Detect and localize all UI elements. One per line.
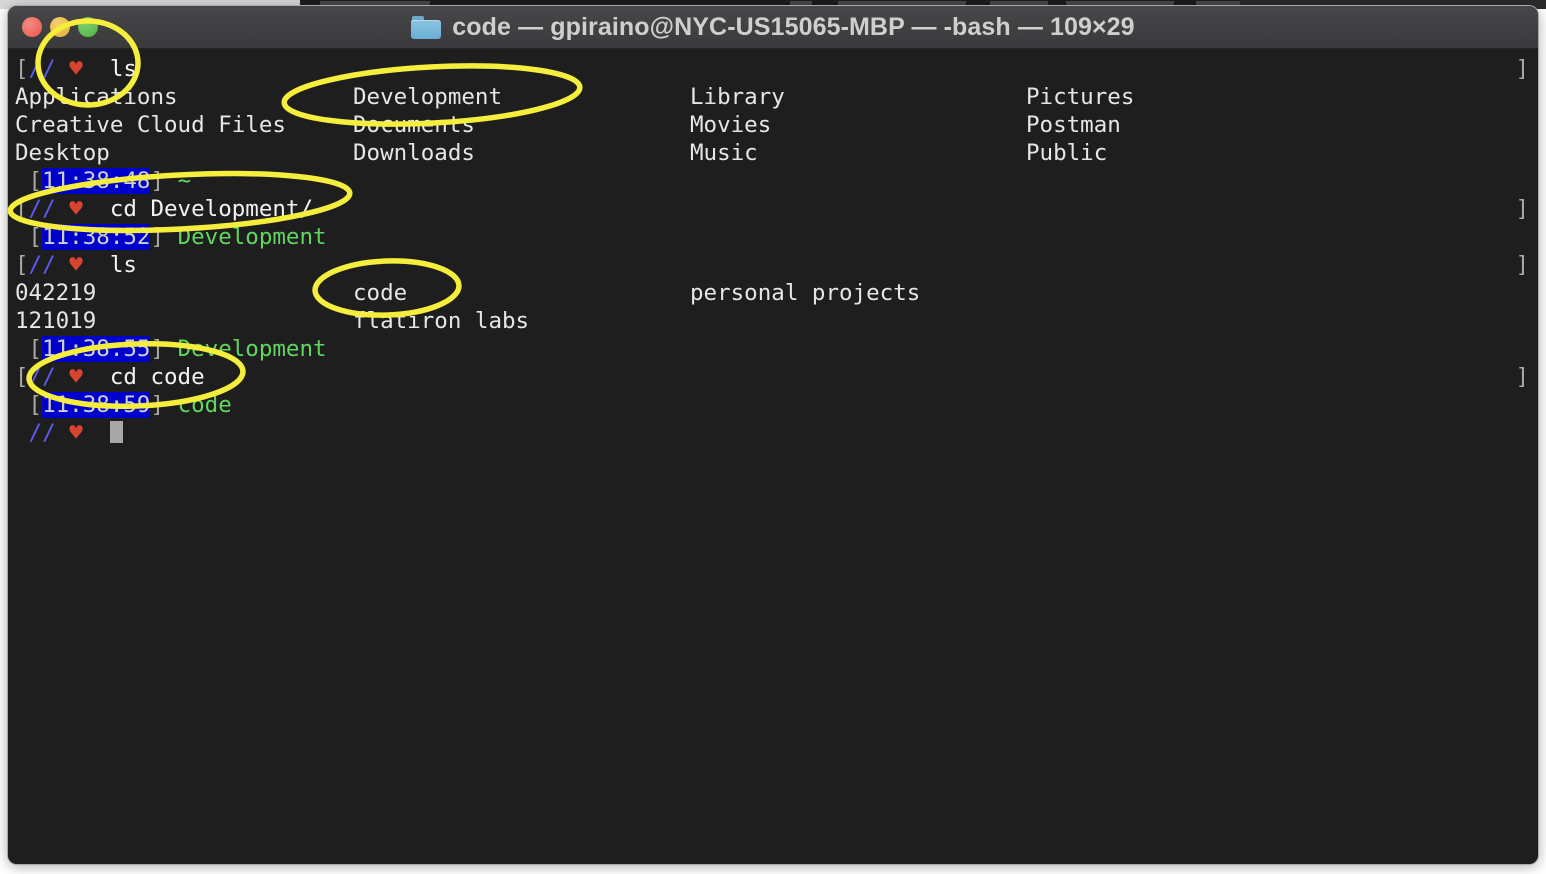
- prompt-slashes: //: [28, 196, 56, 222]
- prompt-line: [// ♥ ls]: [15, 251, 1538, 279]
- ls-entry: Downloads: [353, 140, 475, 166]
- prompt-slashes: //: [28, 56, 56, 82]
- maximize-button[interactable]: [78, 17, 98, 37]
- minimize-button[interactable]: [50, 17, 70, 37]
- ls-output-row: Creative Cloud Files Documents Movies Po…: [15, 111, 1538, 139]
- prompt-line: [// ♥ cd Development/]: [15, 195, 1538, 223]
- timestamp: 11:38:48: [42, 168, 151, 194]
- ls-entry: Music: [690, 140, 758, 166]
- folder-icon: [411, 15, 442, 39]
- terminal-body[interactable]: [// ♥ ls] Applications Development Libra…: [8, 49, 1538, 864]
- prompt-slashes: //: [28, 420, 56, 446]
- command-text: ls: [109, 56, 137, 82]
- title-wrap: code — gpiraino@NYC-US15065-MBP — -bash …: [411, 12, 1135, 42]
- prompt-heart-icon: ♥: [69, 196, 83, 222]
- prompt-close-bracket: ]: [1515, 196, 1529, 222]
- prompt-heart-icon: ♥: [69, 420, 83, 446]
- command-text: cd Development/: [109, 196, 314, 222]
- cwd-label: Development: [177, 336, 327, 362]
- ls-output-row: 042219 code personal projects: [15, 279, 1538, 307]
- status-line: [11:38:55] Development: [28, 336, 327, 362]
- ls-entry: Applications: [15, 84, 178, 110]
- ls-entry: Movies: [690, 112, 772, 138]
- cwd-label: ~: [177, 168, 192, 194]
- ls-entry: personal projects: [690, 280, 921, 306]
- prompt-close-bracket: ]: [1515, 252, 1529, 278]
- ls-entry: Public: [1026, 140, 1108, 166]
- prompt-line: [// ♥ cd code]: [15, 363, 1538, 391]
- ls-output-row: 121019 flatiron labs: [15, 307, 1538, 335]
- ls-entry: Pictures: [1026, 84, 1135, 110]
- command-text: ls: [109, 252, 137, 278]
- close-button[interactable]: [22, 17, 42, 37]
- window-title: code — gpiraino@NYC-US15065-MBP — -bash …: [452, 12, 1135, 41]
- prompt-line: [// ♥ ls]: [15, 55, 1538, 83]
- screenshot-root: code — gpiraino@NYC-US15065-MBP — -bash …: [0, 0, 1546, 874]
- prompt-open-bracket: [: [15, 196, 29, 222]
- ls-output-row: Applications Development Library Picture…: [15, 83, 1538, 111]
- window-controls: [22, 6, 98, 48]
- prompt-open-bracket: [: [15, 364, 29, 390]
- ls-entry: code: [353, 280, 408, 306]
- timestamp: 11:38:52: [42, 224, 151, 250]
- ls-entry: Postman: [1026, 112, 1121, 138]
- text-cursor[interactable]: [109, 421, 123, 443]
- prompt-open-bracket: [: [15, 252, 29, 278]
- ls-entry: Desktop: [15, 140, 110, 166]
- terminal-output: [// ♥ ls] Applications Development Libra…: [8, 55, 1538, 447]
- ls-entry: flatiron labs: [353, 308, 530, 334]
- cwd-label: Development: [177, 224, 327, 250]
- ls-entry: 121019: [15, 308, 97, 334]
- prompt-close-bracket: ]: [1515, 364, 1529, 390]
- timestamp: 11:38:55: [42, 336, 151, 362]
- prompt-close-bracket: ]: [1515, 56, 1529, 82]
- ls-entry: Library: [690, 84, 785, 110]
- status-line: [11:38:48] ~: [28, 168, 192, 194]
- prompt-heart-icon: ♥: [69, 252, 83, 278]
- timestamp: 11:38:59: [42, 392, 151, 418]
- active-prompt-line[interactable]: // ♥: [15, 419, 1538, 447]
- prompt-heart-icon: ♥: [69, 364, 83, 390]
- status-line: [11:38:59] code: [28, 392, 232, 418]
- ls-entry: 042219: [15, 280, 97, 306]
- prompt-slashes: //: [28, 252, 56, 278]
- ls-entry: Documents: [353, 112, 475, 138]
- ls-output-row: Desktop Downloads Music Public: [15, 139, 1538, 167]
- titlebar[interactable]: code — gpiraino@NYC-US15065-MBP — -bash …: [8, 6, 1538, 49]
- ls-entry: Creative Cloud Files: [15, 112, 286, 138]
- prompt-heart-icon: ♥: [69, 56, 83, 82]
- terminal-window: code — gpiraino@NYC-US15065-MBP — -bash …: [8, 6, 1538, 864]
- prompt-slashes: //: [28, 364, 56, 390]
- cwd-label: code: [177, 392, 232, 418]
- prompt-open-bracket: [: [15, 56, 29, 82]
- command-text: cd code: [109, 364, 205, 390]
- ls-entry: Development: [353, 84, 503, 110]
- status-line: [11:38:52] Development: [28, 224, 327, 250]
